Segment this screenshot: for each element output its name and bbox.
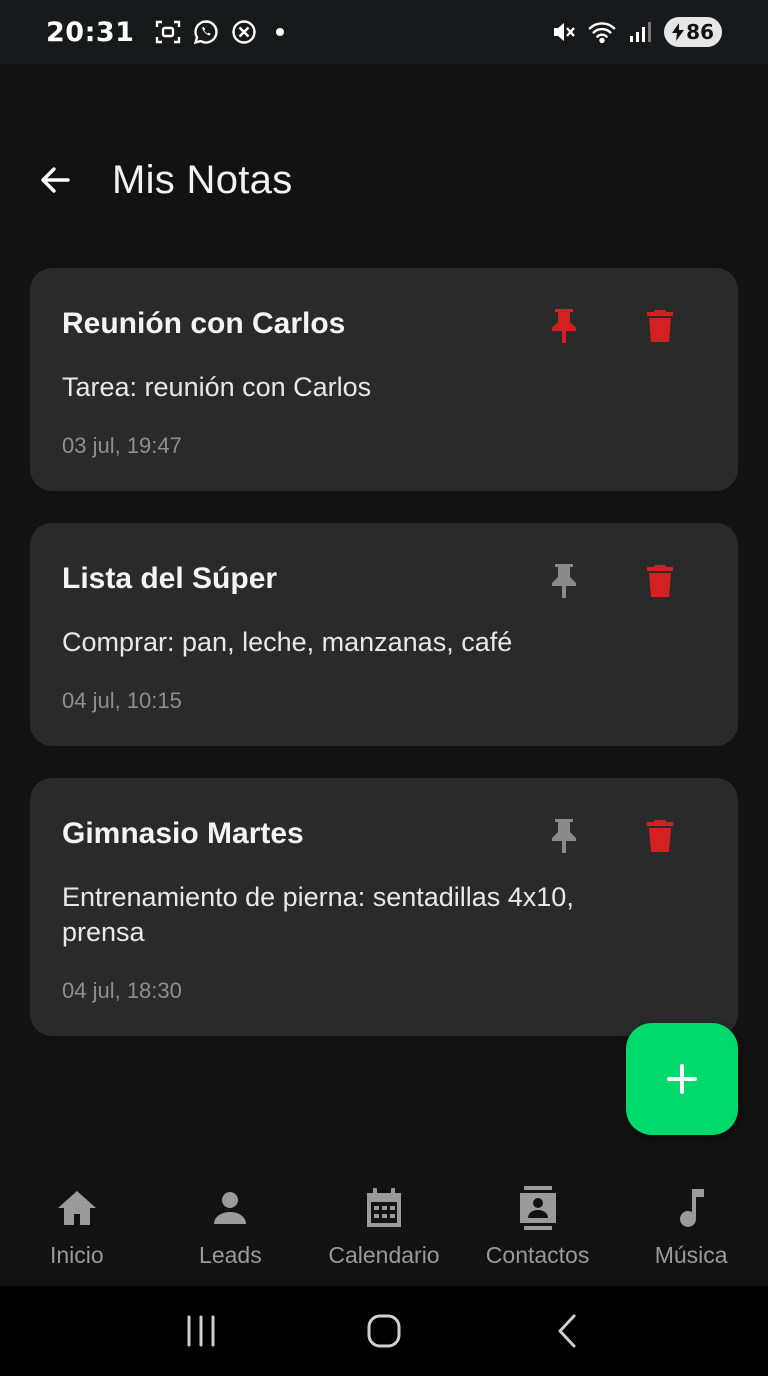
battery-icon: 86 [664,17,722,47]
notes-list: Reunión con Carlos Tarea: reunión con Ca… [30,268,738,1068]
pin-icon [552,819,576,853]
note-actions [542,816,682,856]
note-body: Comprar: pan, leche, manzanas, café [62,627,513,657]
nav-item-leads[interactable]: Leads [154,1170,308,1286]
pin-icon [552,564,576,598]
nav-item-calendario[interactable]: Calendario [307,1170,461,1286]
status-right: 86 [550,17,722,47]
note-body: Entrenamiento de pierna: sentadillas 4x1… [62,882,574,947]
trash-icon [647,565,673,597]
mute-icon [550,18,578,46]
phone-screen: 20:31 86 Mis Notas Reunión con Carlos Ta… [0,0,768,1376]
note-card[interactable]: Reunión con Carlos Tarea: reunión con Ca… [30,268,738,491]
nav-label: Música [654,1242,728,1268]
app-header: Mis Notas [0,140,768,220]
battery-level: 86 [686,20,714,44]
wifi-icon [588,18,616,46]
trash-icon [647,310,673,342]
calendar-icon [362,1186,406,1230]
person-icon [208,1186,252,1230]
close-circle-icon [230,18,258,46]
home-circle-icon [367,1314,401,1348]
music-note-icon [669,1186,713,1230]
nav-label: Inicio [49,1242,104,1268]
add-note-button[interactable] [626,1023,738,1135]
chevron-left-icon [558,1314,576,1348]
bottom-nav: Inicio Leads Calendario Contactos Música [0,1170,768,1286]
pin-button[interactable] [542,816,586,856]
contacts-icon [516,1186,560,1230]
screenshot-icon [154,18,182,46]
notification-dot [276,28,285,36]
note-date: 04 jul, 18:30 [62,978,182,1003]
page-title: Mis Notas [112,157,293,202]
nav-item-musica[interactable]: Música [614,1170,768,1286]
note-actions [542,306,682,346]
status-time: 20:31 [46,16,135,48]
delete-button[interactable] [638,816,682,856]
note-actions [542,561,682,601]
back-nav-button[interactable] [537,1301,597,1361]
recent-apps-icon [187,1315,215,1347]
signal-icon [626,18,654,46]
note-card[interactable]: Lista del Súper Comprar: pan, leche, man… [30,523,738,746]
system-nav-bar [0,1286,768,1376]
arrow-left-icon [41,167,70,193]
trash-icon [647,820,673,852]
status-bar: 20:31 86 [0,0,768,64]
back-button[interactable] [34,158,78,202]
home-icon [55,1186,99,1230]
pin-button[interactable] [542,561,586,601]
nav-label: Leads [199,1242,262,1268]
nav-label: Calendario [328,1242,440,1268]
delete-button[interactable] [638,561,682,601]
nav-item-contactos[interactable]: Contactos [461,1170,615,1286]
recent-apps-button[interactable] [171,1301,231,1361]
plus-icon [667,1064,697,1094]
status-left: 20:31 [46,16,285,48]
nav-item-inicio[interactable]: Inicio [0,1170,154,1286]
pin-icon [552,309,576,343]
note-date: 03 jul, 19:47 [62,433,182,458]
whatsapp-icon [192,18,220,46]
nav-label: Contactos [485,1242,590,1268]
home-button[interactable] [354,1301,414,1361]
note-date: 04 jul, 10:15 [62,688,182,713]
delete-button[interactable] [638,306,682,346]
pin-button[interactable] [542,306,586,346]
note-body: Tarea: reunión con Carlos [62,372,372,402]
note-card[interactable]: Gimnasio Martes Entrenamiento de pierna:… [30,778,738,1036]
